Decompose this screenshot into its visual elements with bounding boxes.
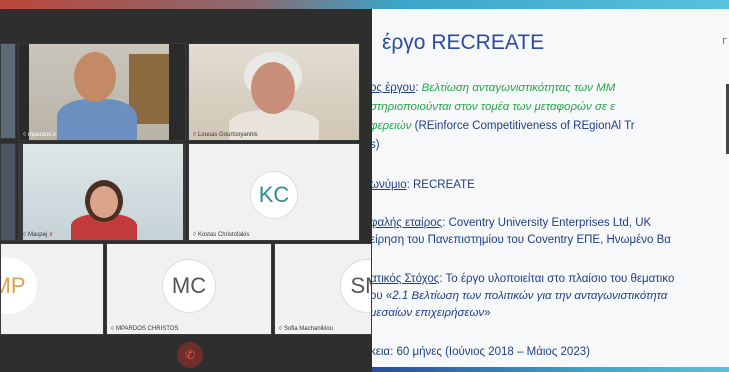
slide-line: στηριοποιούνται στον τομέα των μεταφορών… (372, 101, 616, 113)
participant-tile-video[interactable]: ◊ mpardos.v (18, 43, 186, 141)
slide-line: φαλής εταίρος: Coventry University Enter… (372, 217, 652, 229)
participant-name-tag: ◊ Sofia Machaniklou (279, 326, 333, 332)
avatar: SM (341, 260, 371, 312)
participant-tile-avatar[interactable]: MC ◊ MPARDOS CHRISTOS (106, 243, 272, 335)
slide-line: ατικός Στόχος: Το έργο υλοποιείται στο π… (372, 273, 675, 285)
participant-name-tag: ◊ Kostas Christofakis (193, 232, 250, 238)
person-head (251, 62, 295, 114)
participant-name-tag: ◊ Loucas Gourtsoyannis (193, 132, 258, 138)
person-head (90, 186, 118, 218)
mic-icon: ◊ (23, 232, 26, 238)
mic-icon: ◊ (111, 326, 114, 332)
participant-tile-video[interactable]: ◊ Loucas Gourtsoyannis (188, 43, 360, 141)
mic-icon: ◊ (193, 132, 196, 138)
slide-line: κεια: 60 μήνες (Ιούνιος 2018 – Μάιος 202… (372, 346, 590, 358)
participant-name-tag: ◊ Maspej ♯ (23, 232, 53, 238)
slide-line: ος έργου: Βελτίωση ανταγωνιστικότητας τω… (372, 82, 616, 94)
mic-icon: ◊ (279, 326, 282, 332)
participant-tile-partial (0, 143, 16, 241)
person-head (74, 52, 116, 102)
mic-muted-icon: ♯ (49, 232, 53, 238)
participant-tile-avatar[interactable]: KC ◊ Kostas Christofakis (188, 143, 360, 241)
slide-line: φερειών (REinforce Competitiveness of RE… (372, 120, 635, 132)
slide-bottom-bar (372, 367, 729, 372)
slide-title: έργο RECREATE (382, 31, 545, 54)
slide-line: είρηση του Πανεπιστημίου του Coventry ΕΠ… (372, 234, 671, 246)
phone-hangup-icon: ✆ (184, 348, 196, 362)
top-banner (0, 0, 729, 9)
slide-line: ωνύμιο: RECREATE (372, 179, 475, 191)
slide-line: ου «2.1 Βελτίωση των πολιτικών για την α… (372, 290, 668, 302)
hang-up-button[interactable]: ✆ (177, 342, 203, 368)
participant-name-tag: ◊ mpardos.v (23, 132, 56, 138)
slide-line: μεσαίων επιχειρήσεων» (372, 307, 491, 319)
avatar: MC (163, 260, 215, 312)
participant-tile-partial (0, 43, 16, 139)
participant-tile-video[interactable]: ◊ Maspej ♯ (18, 143, 186, 241)
avatar: MP (1, 258, 37, 314)
participant-name-tag: ◊ MPARDOS CHRISTOS (111, 326, 179, 332)
participant-tile-avatar[interactable]: SM ◊ Sofia Machaniklou (274, 243, 372, 335)
video-call-panel: ◊ mpardos.v ◊ Loucas Gourtsoyannis ◊ Mas… (0, 9, 372, 372)
person-body (57, 99, 137, 140)
avatar: KC (251, 172, 297, 218)
slide-corner-mark: Γ (722, 37, 727, 46)
slide-line: s) (372, 139, 380, 151)
mic-icon: ◊ (193, 232, 196, 238)
participant-tile-avatar[interactable]: MP (0, 243, 104, 335)
presentation-slide: έργο RECREATE Γ ος έργου: Βελτίωση ανταγ… (372, 9, 729, 372)
mic-icon: ◊ (23, 132, 26, 138)
